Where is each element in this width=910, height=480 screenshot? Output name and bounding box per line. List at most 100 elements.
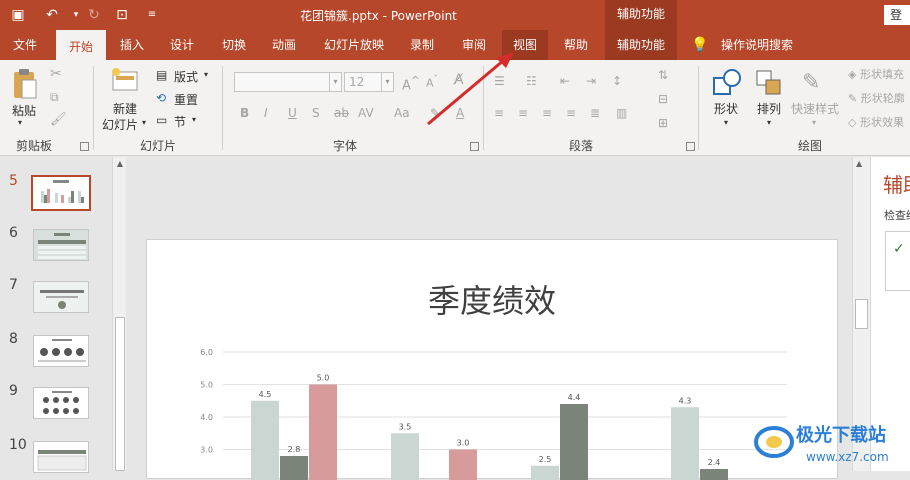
tab-review[interactable]: 审阅	[454, 30, 494, 60]
distributed-icon[interactable]: ≣	[590, 106, 600, 120]
font-size-dropdown-icon[interactable]: ▾	[381, 73, 393, 91]
font-color-icon[interactable]: A	[456, 106, 464, 120]
chart-bar[interactable]	[671, 407, 699, 480]
customize-quick-access-icon[interactable]: ≡	[142, 5, 162, 25]
paste-icon[interactable]	[10, 68, 38, 100]
slide-scroll-thumb[interactable]	[855, 299, 868, 329]
tab-slideshow[interactable]: 幻灯片放映	[318, 30, 390, 60]
change-case-icon[interactable]: Aa	[394, 106, 410, 120]
tab-insert[interactable]: 插入	[112, 30, 152, 60]
tab-view[interactable]: 视图	[502, 30, 548, 60]
align-text-icon[interactable]: ⊟	[658, 92, 668, 106]
slide-thumbnail-5[interactable]	[31, 175, 91, 211]
italic-button[interactable]: I	[264, 106, 268, 120]
char-spacing-icon[interactable]: AV	[358, 106, 374, 120]
paste-label[interactable]: 粘贴	[12, 102, 36, 119]
scroll-up-icon[interactable]: ▲	[115, 159, 125, 169]
text-direction-icon[interactable]: ⇅	[658, 68, 668, 82]
shape-outline-button[interactable]: ✎ 形状轮廓	[848, 90, 905, 106]
tab-file[interactable]: 文件	[6, 30, 44, 60]
section-button[interactable]: 节	[174, 113, 186, 130]
decrease-font-icon[interactable]: Aˇ	[426, 74, 438, 90]
underline-button[interactable]: U	[288, 106, 297, 120]
slide-thumbnail-7[interactable]	[33, 281, 89, 313]
layout-dropdown-icon[interactable]: ▾	[204, 70, 208, 79]
new-slide-icon[interactable]	[110, 66, 140, 94]
increase-indent-icon[interactable]: ⇥	[586, 74, 596, 88]
font-size-combo[interactable]: 12 ▾	[344, 72, 394, 92]
smartart-icon[interactable]: ⊞	[658, 116, 668, 130]
current-slide[interactable]: 季度绩效 6.05.04.03.04.52.85.03.53.02.54.44.…	[146, 239, 838, 479]
new-slide-label-line2[interactable]: 幻灯片	[102, 116, 138, 133]
tab-record[interactable]: 录制	[402, 30, 442, 60]
thumbnail-scrollbar[interactable]: ▲	[112, 157, 126, 471]
undo-dropdown-icon[interactable]: ▾	[66, 5, 86, 25]
line-spacing-icon[interactable]: ↕	[612, 74, 622, 88]
format-painter-icon[interactable]: 🖌	[50, 112, 67, 127]
reset-icon[interactable]: ⟲	[156, 91, 166, 105]
section-icon[interactable]: ▭	[156, 113, 167, 127]
align-center-icon[interactable]: ≡	[518, 106, 528, 120]
shadow-button[interactable]: S	[312, 106, 320, 120]
slide-thumbnail-9[interactable]	[33, 387, 89, 419]
chart-bar[interactable]	[309, 385, 337, 480]
numbering-icon[interactable]: ☷	[526, 74, 537, 88]
layout-button[interactable]: 版式	[174, 68, 198, 85]
save-icon[interactable]: ▣	[8, 5, 28, 25]
chart-bar[interactable]	[391, 433, 419, 480]
login-button[interactable]: 登	[884, 5, 910, 25]
section-dropdown-icon[interactable]: ▾	[192, 115, 196, 124]
shapes-icon[interactable]	[712, 68, 742, 98]
tell-me-search[interactable]: 操作说明搜索	[716, 30, 798, 60]
clipboard-launcher-icon[interactable]	[80, 142, 89, 151]
arrange-icon[interactable]	[754, 68, 784, 98]
chart-bar[interactable]	[531, 466, 559, 480]
thumbnail-scroll-thumb[interactable]	[115, 317, 125, 471]
tab-transitions[interactable]: 切换	[214, 30, 254, 60]
quick-styles-button[interactable]: 快速样式	[791, 100, 839, 117]
increase-font-icon[interactable]: A^	[402, 74, 420, 93]
bullets-icon[interactable]: ☰	[494, 74, 505, 88]
font-launcher-icon[interactable]	[470, 142, 479, 151]
chart-bar[interactable]	[560, 404, 588, 480]
tab-accessibility[interactable]: 辅助功能	[605, 30, 677, 60]
shapes-dropdown-icon[interactable]: ▾	[724, 118, 728, 127]
arrange-dropdown-icon[interactable]: ▾	[767, 118, 771, 127]
tab-animations[interactable]: 动画	[264, 30, 304, 60]
font-name-combo[interactable]: ▾	[234, 72, 342, 92]
bar-chart[interactable]: 6.05.04.03.04.52.85.03.53.02.54.44.32.4	[147, 240, 839, 480]
redo-icon[interactable]: ↻	[84, 5, 104, 25]
align-left-icon[interactable]: ≡	[494, 106, 504, 120]
cut-icon[interactable]: ✂	[50, 66, 62, 82]
align-right-icon[interactable]: ≡	[542, 106, 552, 120]
copy-icon[interactable]: ⧉	[50, 90, 59, 105]
undo-icon[interactable]: ↶	[42, 5, 62, 25]
chart-bar[interactable]	[251, 401, 279, 480]
new-slide-dropdown-icon[interactable]: ▾	[142, 118, 146, 127]
paragraph-launcher-icon[interactable]	[686, 142, 695, 151]
slide-thumbnail-8[interactable]	[33, 335, 89, 367]
layout-icon[interactable]: ▤	[156, 68, 167, 82]
tab-design[interactable]: 设计	[162, 30, 202, 60]
quick-styles-icon[interactable]: ✎	[802, 70, 820, 95]
highlight-icon[interactable]: ✎	[430, 106, 440, 120]
decrease-indent-icon[interactable]: ⇤	[560, 74, 570, 88]
scroll-up-icon[interactable]: ▲	[856, 159, 862, 168]
strikethrough-icon[interactable]: ab	[334, 106, 349, 120]
bold-button[interactable]: B	[240, 106, 249, 120]
new-slide-label-line1[interactable]: 新建	[113, 100, 137, 117]
paste-dropdown-icon[interactable]: ▾	[18, 118, 22, 127]
chart-bar[interactable]	[280, 456, 308, 480]
font-name-dropdown-icon[interactable]: ▾	[329, 73, 341, 91]
chart-bar[interactable]	[449, 450, 477, 480]
arrange-button[interactable]: 排列	[757, 100, 781, 117]
slideshow-from-start-icon[interactable]: ⊡	[112, 5, 132, 25]
reset-button[interactable]: 重置	[174, 91, 198, 108]
clear-formatting-icon[interactable]: A̸	[454, 72, 464, 88]
slide-thumbnail-6[interactable]	[33, 229, 89, 261]
slide-thumbnail-10[interactable]	[33, 441, 89, 473]
justify-icon[interactable]: ≡	[566, 106, 576, 120]
columns-icon[interactable]: ▥	[616, 106, 627, 120]
quick-styles-dropdown-icon[interactable]: ▾	[812, 118, 816, 127]
tab-home[interactable]: 开始	[56, 30, 106, 60]
